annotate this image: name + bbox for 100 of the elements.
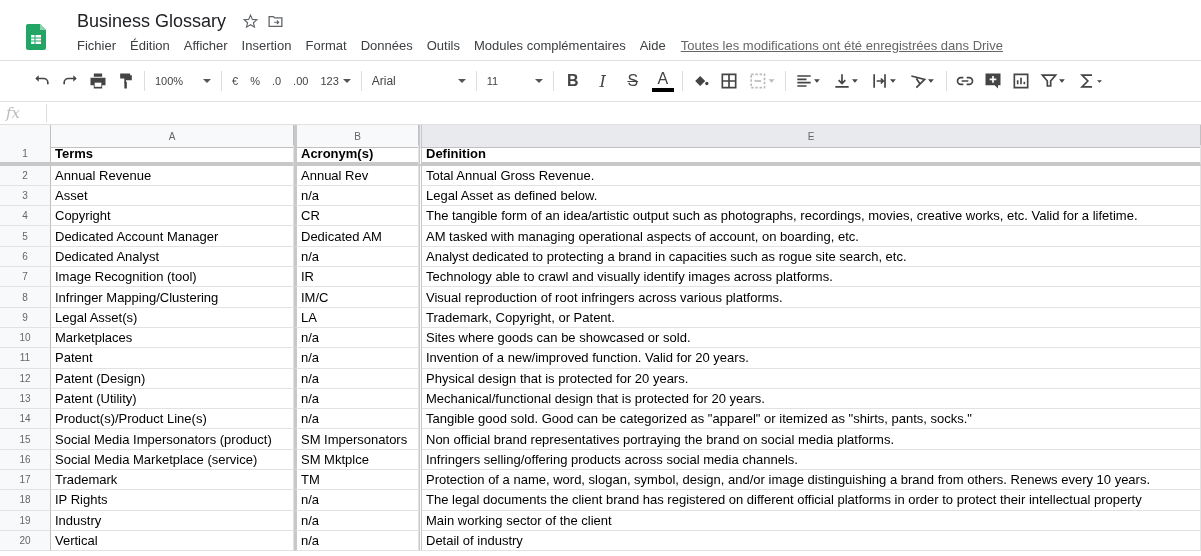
- table-cell: Detail of industry: [419, 530, 1201, 552]
- table-cell: n/a: [294, 246, 419, 268]
- row-header[interactable]: 1: [0, 145, 51, 166]
- table-cell: n/a: [294, 185, 419, 207]
- print-icon[interactable]: [88, 71, 108, 91]
- row-header[interactable]: 9: [0, 307, 51, 328]
- caret-icon: [457, 78, 466, 84]
- table-cell: n/a: [294, 490, 419, 511]
- menu-item[interactable]: Insertion: [234, 38, 299, 53]
- menu-item[interactable]: Format: [298, 38, 354, 53]
- text-color-button[interactable]: A: [651, 70, 674, 92]
- table-cell: Protection of a name, word, slogan, symbol, design, and/or image distinguishing a brand from others. Renews every 10 years.: [419, 470, 1201, 491]
- table-cell: AM tasked with managing operational aspects of account, on boarding, etc.: [419, 226, 1201, 247]
- menu-item[interactable]: Outils: [419, 38, 467, 53]
- table-cell: Sites where goods can be showcased or sold.: [419, 327, 1201, 349]
- strikethrough-button[interactable]: S: [621, 69, 644, 93]
- table-cell: n/a: [294, 327, 419, 349]
- table-cell: Legal Asset(s): [51, 307, 294, 328]
- save-status-link[interactable]: Toutes les modifications ont été enregistrées dans Drive: [680, 38, 1003, 53]
- row-header[interactable]: 6: [0, 246, 51, 268]
- caret-icon: [203, 78, 211, 84]
- table-cell: n/a: [294, 348, 419, 369]
- table-cell: n/a: [294, 368, 419, 389]
- row-header[interactable]: 3: [0, 185, 51, 207]
- table-cell: Visual reproduction of root infringers across various platforms.: [419, 287, 1201, 308]
- table-cell: Definition: [419, 145, 1201, 166]
- row-header[interactable]: 19: [0, 510, 51, 531]
- table-cell: IP Rights: [51, 490, 294, 511]
- more-formats-dropdown[interactable]: 123: [318, 69, 353, 93]
- italic-button[interactable]: I: [591, 69, 614, 93]
- row-header[interactable]: 13: [0, 388, 51, 410]
- table-cell: Acronym(s): [294, 145, 419, 166]
- table-cell: n/a: [294, 388, 419, 410]
- table-cell: Patent (Design): [51, 368, 294, 389]
- sheets-logo-icon[interactable]: [26, 24, 46, 50]
- increase-decimals-button[interactable]: .00: [291, 69, 311, 93]
- table-cell: Total Annual Gross Revenue.: [419, 165, 1201, 186]
- row-header[interactable]: 7: [0, 267, 51, 288]
- table-cell: n/a: [294, 409, 419, 430]
- table-cell: Non official brand representatives portraying the brand on social media platforms.: [419, 429, 1201, 450]
- table-cell: Physical design that is protected for 20 years.: [419, 368, 1201, 389]
- menu-item[interactable]: Aide: [632, 38, 673, 53]
- row-header[interactable]: 8: [0, 287, 51, 308]
- row-header[interactable]: 16: [0, 449, 51, 471]
- table-cell: Terms: [51, 145, 294, 166]
- zoom-dropdown[interactable]: 100%: [153, 69, 213, 93]
- table-cell: Legal Asset as defined below.: [419, 185, 1201, 207]
- row-header[interactable]: 12: [0, 368, 51, 389]
- bold-button[interactable]: B: [561, 69, 584, 93]
- table-cell: IM/C: [294, 287, 419, 308]
- row-header[interactable]: 15: [0, 429, 51, 450]
- caret-icon: [342, 78, 351, 84]
- table-cell: Product(s)/Product Line(s): [51, 409, 294, 430]
- table-cell: Copyright: [51, 206, 294, 227]
- row-header[interactable]: 4: [0, 206, 51, 227]
- row-header[interactable]: 17: [0, 470, 51, 491]
- row-header[interactable]: 10: [0, 327, 51, 349]
- row-header[interactable]: 2: [0, 165, 51, 186]
- menu-item[interactable]: Modules complémentaires: [466, 38, 633, 53]
- column-header[interactable]: E: [419, 125, 1201, 148]
- table-cell: SM Mktplce: [294, 449, 419, 471]
- percent-button[interactable]: %: [248, 69, 262, 93]
- table-cell: SM Impersonators: [294, 429, 419, 450]
- row-header[interactable]: 18: [0, 490, 51, 511]
- table-cell: The tangible form of an idea/artistic output such as photographs, recordings, movies, creative works, etc. Valid for a lifetime.: [419, 206, 1201, 227]
- table-cell: Patent: [51, 348, 294, 369]
- star-icon[interactable]: [242, 12, 260, 30]
- table-cell: Main working sector of the client: [419, 510, 1201, 531]
- table-cell: CR: [294, 206, 419, 227]
- menu-item[interactable]: Édition: [123, 38, 177, 53]
- document-title[interactable]: Business Glossary: [77, 10, 227, 32]
- row-header[interactable]: 11: [0, 348, 51, 369]
- font-dropdown[interactable]: Arial: [369, 69, 468, 93]
- table-cell: Annual Rev: [294, 165, 419, 186]
- menu-item[interactable]: Fichier: [77, 38, 123, 53]
- menu-item[interactable]: Données: [353, 38, 420, 53]
- row-header[interactable]: 20: [0, 530, 51, 552]
- table-cell: Tangible good sold. Good can be categorized as "apparel" or itemized as "shirts, pants, socks.": [419, 409, 1201, 430]
- table-cell: Social Media Marketplace (service): [51, 449, 294, 471]
- table-cell: Image Recognition (tool): [51, 267, 294, 288]
- table-cell: n/a: [294, 530, 419, 552]
- row-header[interactable]: 5: [0, 226, 51, 247]
- table-cell: Invention of a new/improved function. Valid for 20 years.: [419, 348, 1201, 369]
- table-cell: Dedicated Account Manager: [51, 226, 294, 247]
- table-cell: LA: [294, 307, 419, 328]
- decrease-decimals-button[interactable]: .0: [269, 69, 284, 93]
- column-header[interactable]: A: [51, 125, 294, 148]
- table-cell: Industry: [51, 510, 294, 531]
- table-cell: Dedicated AM: [294, 226, 419, 247]
- caret-icon: [534, 78, 543, 84]
- currency-button[interactable]: €: [230, 69, 241, 93]
- table-cell: Technology able to crawl and visually identify images across platforms.: [419, 267, 1201, 288]
- column-header[interactable]: B: [294, 125, 419, 148]
- font-size-dropdown[interactable]: 11: [484, 69, 545, 93]
- table-cell: Trademark, Copyright, or Patent.: [419, 307, 1201, 328]
- row-header[interactable]: 14: [0, 409, 51, 430]
- menu-item[interactable]: Afficher: [176, 38, 235, 53]
- table-cell: Analyst dedicated to protecting a brand in capacities such as rogue site search, etc.: [419, 246, 1201, 268]
- table-cell: Trademark: [51, 470, 294, 491]
- table-cell: Vertical: [51, 530, 294, 552]
